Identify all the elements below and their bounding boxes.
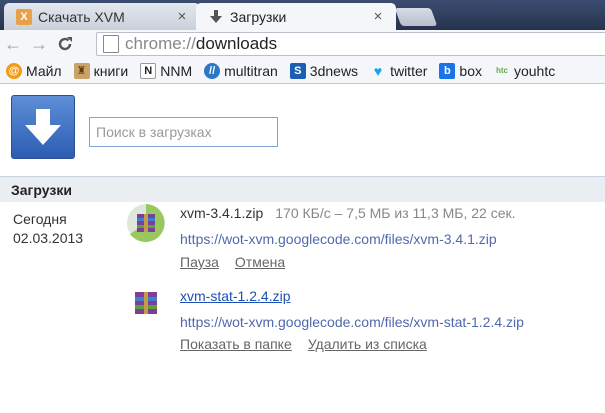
download-actions: Показать в папке Удалить из списка	[180, 336, 443, 352]
xvm-icon: X	[16, 8, 32, 25]
twitter-icon: ♥	[373, 62, 383, 79]
download-url[interactable]: https://wot-xvm.googlecode.com/files/xvm…	[180, 314, 524, 330]
back-arrow-icon[interactable]: ←	[0, 32, 26, 56]
new-tab-button[interactable]	[394, 8, 438, 26]
nnm-icon: N	[140, 62, 157, 79]
multitran-icon: //	[204, 62, 221, 79]
bookmark-box[interactable]: b box	[439, 62, 482, 79]
mail-ru-icon: @	[6, 62, 22, 79]
close-icon[interactable]: ×	[370, 8, 386, 25]
bookmark-label: книги	[93, 62, 129, 79]
download-icon	[208, 9, 224, 25]
cancel-link[interactable]: Отмена	[235, 254, 285, 270]
date-value: 02.03.2013	[13, 230, 84, 246]
download-filename-link[interactable]: xvm-stat-1.2.4.zip	[180, 288, 290, 304]
bookmark-twitter[interactable]: ♥ twitter	[370, 62, 428, 79]
download-status: 170 КБ/с – 7,5 МБ из 11,3 МБ, 22 сек.	[275, 205, 516, 221]
section-title: Загрузки	[11, 181, 72, 198]
filename-text: xvm-3.4.1.zip	[180, 205, 264, 221]
bookmark-mail[interactable]: @ Майл	[6, 62, 62, 79]
search-input[interactable]	[89, 117, 278, 147]
bookmarks-bar: @ Майл ♜ книги N NNM // multitran S 3dne…	[0, 58, 605, 84]
archive-progress-icon	[126, 203, 166, 243]
bookmark-label: multitran	[224, 62, 278, 79]
close-icon[interactable]: ×	[174, 8, 190, 25]
url-scheme: chrome://	[125, 34, 196, 53]
bookmark-label: Майл	[26, 62, 62, 79]
downloads-page: Загрузки Сегодня 02.03.2013 xvm-3.4.1.zi…	[0, 85, 605, 413]
bookmark-multitran[interactable]: // multitran	[204, 62, 278, 79]
show-in-folder-link[interactable]: Показать в папке	[180, 336, 292, 352]
bookmark-label: 3dnews	[309, 62, 359, 79]
download-filename: xvm-3.4.1.zip 170 КБ/с – 7,5 МБ из 11,3 М…	[180, 205, 516, 221]
pause-link[interactable]: Пауза	[180, 254, 219, 270]
address-bar[interactable]: chrome://downloads	[96, 32, 605, 56]
toolbar: ← → chrome://downloads	[0, 30, 605, 58]
bookmark-youhtc[interactable]: htc youhtc	[494, 63, 555, 79]
3dnews-icon: S	[289, 62, 306, 79]
box-icon: b	[439, 62, 456, 79]
url-host: downloads	[195, 34, 278, 53]
tab-title: Загрузки	[230, 8, 287, 25]
download-actions: Пауза Отмена	[180, 254, 301, 270]
archive-icon	[126, 286, 166, 326]
forward-arrow-icon[interactable]: →	[26, 32, 52, 56]
bookmark-nnm[interactable]: N NNM	[140, 62, 193, 79]
books-icon: ♜	[73, 62, 90, 79]
bookmark-label: box	[459, 62, 482, 79]
bookmark-knigi[interactable]: ♜ книги	[73, 62, 129, 79]
remove-from-list-link[interactable]: Удалить из списка	[308, 336, 427, 352]
date-group: Сегодня 02.03.2013	[13, 210, 83, 248]
bookmark-label: twitter	[390, 62, 428, 79]
htc-icon: htc	[495, 66, 508, 75]
downloads-logo-icon	[11, 95, 75, 159]
section-header: Загрузки	[0, 176, 605, 202]
bookmark-label: youhtc	[513, 62, 556, 79]
download-url[interactable]: https://wot-xvm.googlecode.com/files/xvm…	[180, 231, 497, 247]
tab-strip: X Скачать XVM × Загрузки ×	[0, 0, 605, 30]
page-icon	[103, 35, 119, 53]
date-day-label: Сегодня	[13, 211, 67, 227]
reload-icon[interactable]	[52, 32, 78, 56]
tab-title: Скачать XVM	[38, 8, 125, 25]
tab-skachat-xvm[interactable]: X Скачать XVM ×	[4, 3, 200, 30]
bookmark-label: NNM	[160, 62, 193, 79]
tab-downloads[interactable]: Загрузки ×	[196, 3, 396, 30]
bookmark-3dnews[interactable]: S 3dnews	[289, 62, 359, 79]
